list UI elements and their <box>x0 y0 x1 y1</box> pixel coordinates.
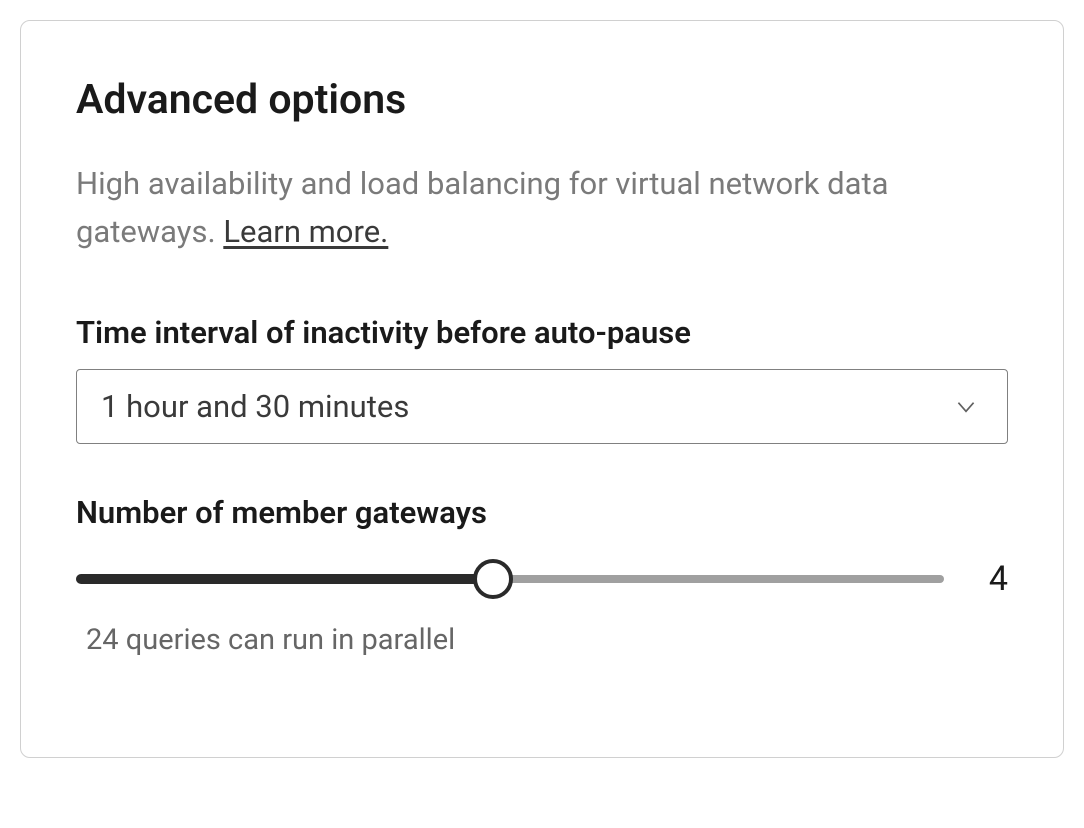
slider-track-active <box>76 574 493 584</box>
gateways-field: Number of member gateways 4 24 queries c… <box>76 494 1008 657</box>
advanced-options-panel: Advanced options High availability and l… <box>20 20 1064 758</box>
gateways-slider-row: 4 <box>76 559 1008 599</box>
dropdown-selected-value: 1 hour and 30 minutes <box>101 388 409 425</box>
description-text: High availability and load balancing for… <box>76 165 888 250</box>
learn-more-link[interactable]: Learn more. <box>223 213 388 250</box>
gateways-value: 4 <box>978 559 1008 599</box>
gateways-slider[interactable] <box>76 559 944 599</box>
slider-thumb[interactable] <box>473 559 513 599</box>
panel-heading: Advanced options <box>76 76 1008 124</box>
gateways-label: Number of member gateways <box>76 494 1008 531</box>
gateways-helper-text: 24 queries can run in parallel <box>76 623 1008 657</box>
time-interval-dropdown[interactable]: 1 hour and 30 minutes <box>76 369 1008 444</box>
time-interval-label: Time interval of inactivity before auto-… <box>76 314 1008 351</box>
time-interval-field: Time interval of inactivity before auto-… <box>76 314 1008 444</box>
chevron-down-icon <box>953 394 979 420</box>
panel-description: High availability and load balancing for… <box>76 160 1008 256</box>
